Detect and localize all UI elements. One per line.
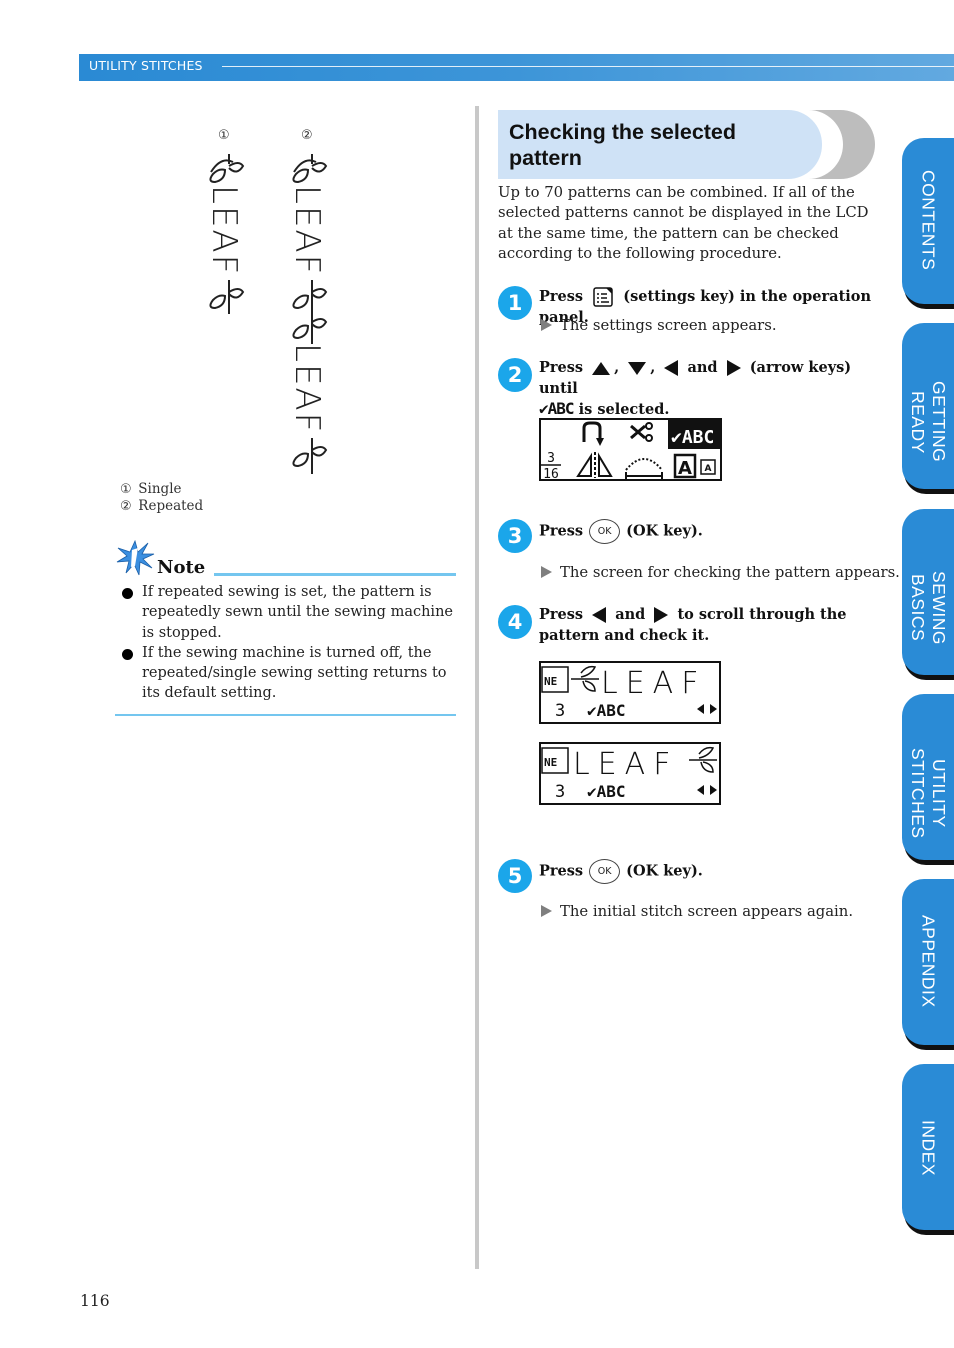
header-rule <box>222 66 954 67</box>
reverse-stitch-icon <box>582 421 604 446</box>
ok-key-icon: OK <box>589 519 621 544</box>
step-number: 4 <box>498 605 532 639</box>
legend-item: ① Single <box>120 481 182 497</box>
section-title: Checking the selected pattern <box>509 120 737 170</box>
leaf-icon <box>209 154 245 184</box>
pattern-text: LEAF <box>601 666 706 701</box>
note-item: If repeated sewing is set, the pattern i… <box>115 582 456 643</box>
step-number: 1 <box>498 286 532 320</box>
leaf-icon <box>292 438 328 474</box>
step-number: 5 <box>498 859 532 893</box>
thread-cutter-icon <box>630 422 653 442</box>
figure-marker-repeated: ② <box>301 128 313 143</box>
leaf-icon <box>292 310 328 344</box>
mirror-icon <box>576 452 613 478</box>
needle-mode-icon: NE <box>541 747 569 774</box>
note-rule <box>214 573 456 576</box>
mode-indicator: ✔ABC <box>587 782 626 801</box>
note-bottom-rule <box>115 713 456 716</box>
check-abc-icon: ✔ABC <box>539 399 575 418</box>
svg-text:A: A <box>705 464 712 474</box>
step-3-result: The screen for checking the pattern appe… <box>541 564 900 581</box>
lcd-settings-screen: ✔ABC 3 16 A A <box>539 418 722 482</box>
step-number: 2 <box>498 358 532 392</box>
pattern-text: LEAF <box>573 747 678 782</box>
scroll-right-icon <box>710 785 717 795</box>
fraction-top: 3 <box>547 451 555 466</box>
tab-index[interactable]: INDEX <box>902 1064 954 1230</box>
svg-text:A: A <box>678 458 692 479</box>
lcd-pattern-screen-1: NE LEAF 3 ✔ABC <box>539 661 721 724</box>
section-header-label: UTILITY STITCHES <box>89 58 203 73</box>
fraction-bottom: 16 <box>543 467 559 479</box>
settings-key-icon <box>593 287 613 307</box>
check-abc-selected: ✔ABC <box>671 427 714 448</box>
leaf-icon <box>292 154 328 184</box>
note-sparkle-icon <box>116 540 155 576</box>
tab-sewing-basics[interactable]: SEWING BASICS <box>902 509 954 675</box>
font-size-icon: A A <box>673 453 716 479</box>
scroll-left-icon <box>697 785 704 795</box>
svg-text:NE: NE <box>544 675 557 688</box>
needle-mode-icon: NE <box>541 666 569 693</box>
leaf-repeated-text-1: LEAF <box>287 185 327 277</box>
arrow-up-icon <box>592 361 611 375</box>
leaf-icon <box>689 746 717 773</box>
page-number: 116 <box>80 1292 110 1310</box>
arrow-right-icon <box>726 360 741 376</box>
scroll-right-icon <box>710 704 717 714</box>
note-box: Note If repeated sewing is set, the patt… <box>115 540 456 716</box>
arrow-left-icon <box>592 607 607 623</box>
leaf-single-text: LEAF <box>204 185 244 277</box>
step-number: 3 <box>498 519 532 553</box>
arrow-down-icon <box>628 361 647 375</box>
column-divider <box>475 106 479 1269</box>
note-list: If repeated sewing is set, the pattern i… <box>115 582 456 704</box>
leaf-icon <box>292 280 328 314</box>
arrow-left-icon <box>664 360 679 376</box>
lcd-pattern-screen-2: NE LEAF 3 ✔ABC <box>539 742 721 805</box>
svg-text:NE: NE <box>544 756 557 769</box>
ok-key-icon: OK <box>589 859 621 884</box>
tab-utility-stitches[interactable]: UTILITY STITCHES <box>902 694 954 860</box>
figure-legend: ① Single ② Repeated <box>120 481 203 515</box>
pattern-count: 3 <box>555 701 565 721</box>
legend-item: ② Repeated <box>120 498 204 514</box>
figure-marker-single: ① <box>218 128 230 143</box>
tab-appendix[interactable]: APPENDIX <box>902 879 954 1045</box>
result-arrow-icon <box>541 319 552 331</box>
note-item: If the sewing machine is turned off, the… <box>115 643 456 704</box>
result-arrow-icon <box>541 905 552 917</box>
leaf-icon <box>209 280 245 314</box>
scroll-left-icon <box>697 704 704 714</box>
step-5-result: The initial stitch screen appears again. <box>541 903 853 920</box>
mode-indicator: ✔ABC <box>587 701 626 720</box>
section-heading: Checking the selected pattern <box>498 110 876 179</box>
arrow-right-icon <box>654 607 669 623</box>
stitch-width-icon <box>625 458 663 479</box>
tab-contents[interactable]: CONTENTS <box>902 138 954 304</box>
result-arrow-icon <box>541 566 552 578</box>
note-title: Note <box>157 557 206 578</box>
leaf-repeated-text-2: LEAF <box>287 343 327 435</box>
tab-getting-ready[interactable]: GETTING READY <box>902 323 954 489</box>
leaf-icon <box>571 665 599 692</box>
section-header-band: UTILITY STITCHES <box>79 54 954 81</box>
step-1-result: The settings screen appears. <box>541 317 777 334</box>
pattern-count: 3 <box>555 782 565 802</box>
section-intro: Up to 70 patterns can be combined. If al… <box>498 184 869 262</box>
